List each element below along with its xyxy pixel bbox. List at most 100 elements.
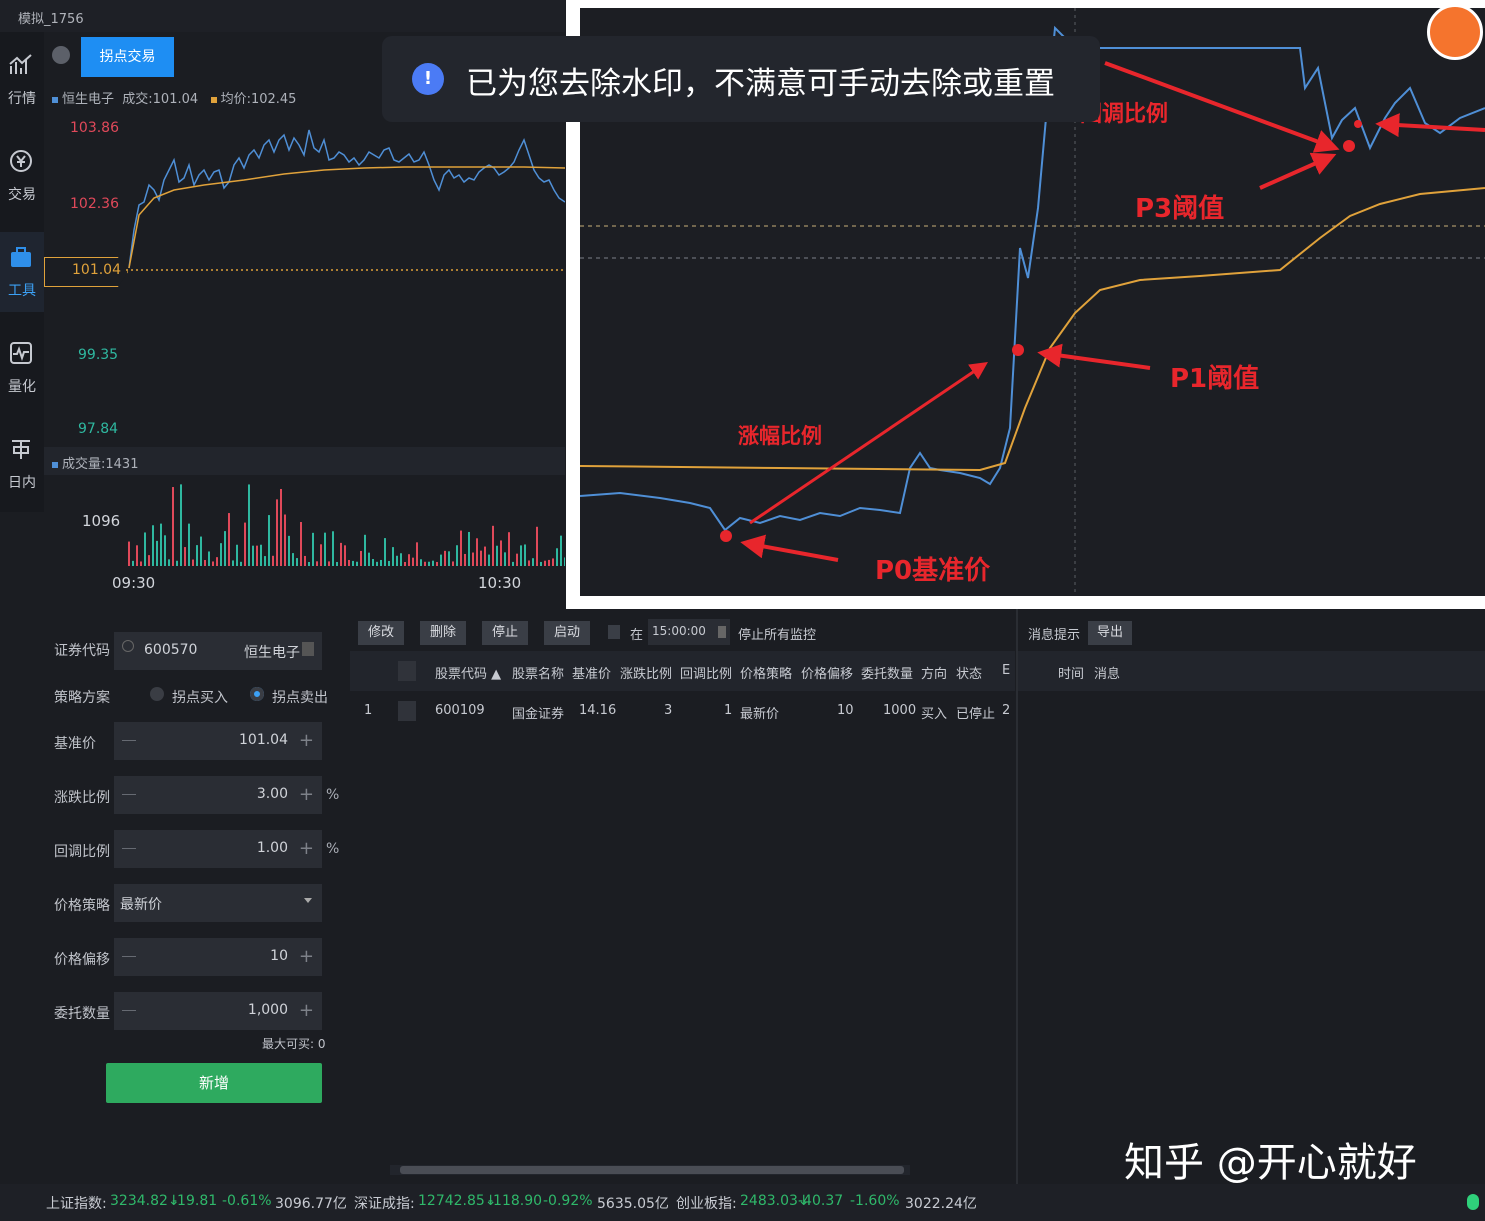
time-prefix: 在 (630, 628, 644, 643)
code-input[interactable]: 600570 恒生电子 (114, 632, 322, 670)
volume-bar (132, 560, 134, 566)
cell-price-strategy: 最新价 (740, 707, 780, 722)
stop-button[interactable]: 停止 (482, 621, 528, 645)
clear-icon[interactable] (302, 642, 314, 656)
scrollbar-thumb[interactable] (400, 1166, 904, 1174)
time-checkbox[interactable] (608, 625, 620, 639)
volume-bar (476, 538, 478, 566)
export-button[interactable]: 导出 (1088, 621, 1132, 645)
col-header[interactable]: 股票代码 ▲ (435, 663, 501, 682)
code-value: 600570 (144, 642, 198, 658)
col-header[interactable]: 价格偏移 (801, 663, 853, 682)
inset-average-line (580, 187, 1485, 472)
col-header[interactable]: 股票名称 (512, 663, 564, 682)
stop-time-input[interactable]: 15:00:00 (648, 619, 730, 645)
sidebar-item-intraday[interactable]: 日内 (0, 424, 44, 504)
volume-bar (220, 543, 222, 566)
peak-point (1354, 120, 1362, 128)
volume-chart (128, 484, 565, 566)
volume-bar (424, 561, 426, 566)
delete-button[interactable]: 删除 (420, 621, 466, 645)
plus-icon[interactable]: + (299, 1000, 314, 1021)
base-price-stepper[interactable]: 101.04 + (114, 722, 322, 760)
col-header[interactable]: 委托数量 (861, 663, 913, 682)
volume-bar (268, 515, 270, 566)
spinner-icon[interactable] (718, 626, 726, 638)
settings-icon[interactable] (52, 46, 70, 64)
volume-bar (368, 552, 370, 566)
sidebar-item-trade[interactable]: 交易 (0, 136, 44, 216)
col-header[interactable]: 状态 (956, 663, 982, 682)
window-title: 模拟_1756 (18, 12, 84, 27)
select-all-checkbox[interactable] (398, 661, 416, 681)
volume-bar (440, 554, 442, 566)
volume-bar (532, 558, 534, 566)
radio-buy[interactable] (150, 687, 164, 701)
cell-direction: 买入 (921, 707, 948, 722)
plus-icon[interactable]: + (299, 730, 314, 751)
volume-bar (396, 555, 398, 566)
offset-value: 10 (270, 948, 288, 964)
qty-label: 委托数量 (54, 1006, 110, 1022)
plus-icon[interactable]: + (299, 946, 314, 967)
volume-bar (336, 561, 338, 566)
connection-status-icon (1467, 1194, 1479, 1210)
volume-legend: 成交量:1431 (44, 447, 565, 475)
sidebar-item-quant[interactable]: 量化 (0, 328, 44, 408)
search-icon (122, 640, 134, 652)
price-strategy-value: 最新价 (120, 897, 162, 913)
modify-button[interactable]: 修改 (358, 621, 404, 645)
callback-ratio-stepper[interactable]: 1.00 + (114, 830, 322, 868)
status-bar: 上证指数: 3234.82↓ -19.81 -0.61% 3096.77亿 深证… (0, 1184, 1485, 1221)
col-header[interactable]: 方向 (921, 663, 947, 682)
volume-bar (296, 558, 298, 566)
share-icon[interactable] (1427, 4, 1483, 60)
volume-bar (276, 499, 278, 566)
start-button[interactable]: 启动 (544, 621, 590, 645)
option-sell: 拐点卖出 (272, 690, 328, 706)
sidebar-item-tools[interactable]: 工具 (0, 232, 44, 312)
volume-bar (196, 545, 198, 566)
minus-icon[interactable] (122, 794, 136, 795)
plus-icon[interactable]: + (299, 784, 314, 805)
cell-code: 600109 (435, 703, 485, 718)
pulse-icon (10, 342, 32, 364)
volume-bar (288, 535, 290, 566)
volume-bar (436, 561, 438, 566)
add-button[interactable]: 新增 (106, 1063, 322, 1103)
price-offset-stepper[interactable]: 10 + (114, 938, 322, 976)
p0-label: P0基准价 (875, 556, 991, 586)
minus-icon[interactable] (122, 1010, 136, 1011)
minus-icon[interactable] (122, 848, 136, 849)
volume-bar (524, 544, 526, 566)
horizontal-scrollbar[interactable] (390, 1165, 910, 1175)
col-header[interactable]: 回调比例 (680, 663, 732, 682)
col-header[interactable]: E (1002, 663, 1010, 678)
minus-icon[interactable] (122, 956, 136, 957)
toast-text: 已为您去除水印，不满意可手动去除或重置 (466, 66, 1055, 102)
col-header[interactable]: 基准价 (572, 663, 611, 682)
col-header[interactable]: 价格策略 (740, 663, 792, 682)
qty-value: 1,000 (247, 1002, 288, 1018)
col-header[interactable]: 涨跌比例 (620, 663, 672, 682)
message-header: 时间 消息 (1018, 651, 1485, 691)
tab-inflection-trade[interactable]: 拐点交易 (81, 37, 174, 77)
volume-bar (480, 550, 482, 566)
plus-icon[interactable]: + (299, 838, 314, 859)
sidebar-item-market[interactable]: 行情 (0, 40, 44, 120)
cell-base: 14.16 (579, 703, 617, 718)
volume-bar (172, 487, 174, 566)
sh-index-label: 上证指数: (46, 1196, 107, 1212)
rise-ratio-stepper[interactable]: 3.00 + (114, 776, 322, 814)
volume-bar (324, 532, 326, 566)
price-strategy-select[interactable]: 最新价 (114, 884, 322, 922)
price-strategy-label: 价格策略 (54, 898, 110, 914)
row-checkbox[interactable] (398, 701, 416, 721)
minus-icon[interactable] (122, 740, 136, 741)
sidebar-item-label: 交易 (8, 187, 36, 203)
p3-point (1343, 140, 1355, 152)
volume-bar (404, 561, 406, 566)
radio-sell[interactable] (250, 687, 264, 701)
quantity-stepper[interactable]: 1,000 + (114, 992, 322, 1030)
volume-bar (184, 547, 186, 566)
